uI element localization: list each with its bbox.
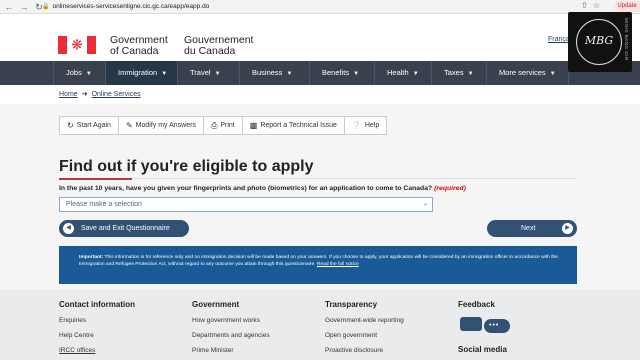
chevron-down-icon: ▼ [467, 71, 474, 77]
footer-link-how-government-works[interactable]: How government works [192, 317, 260, 324]
pencil-icon: ✎ [125, 121, 133, 130]
print-button[interactable]: ⎙ Print [203, 117, 243, 134]
menu-item-travel[interactable]: Travel ▼ [178, 61, 240, 85]
next-button[interactable]: Next ▶ [487, 220, 577, 237]
url-text: onlineservices-servicesenligne.cic.gc.ca… [52, 3, 210, 10]
watermark-logo: MBG MISHI BANG GIR [568, 12, 632, 72]
refresh-icon: ↻ [67, 121, 74, 130]
footer-government-column: Government How government works Departme… [192, 300, 270, 360]
menu-item-taxes[interactable]: Taxes ▼ [432, 61, 487, 85]
footer-transparency-column: Transparency Government-wide reporting O… [325, 300, 404, 360]
arrow-right-icon: ➜ [81, 91, 88, 98]
footer-link-reporting[interactable]: Government-wide reporting [325, 317, 404, 324]
menu-item-benefits[interactable]: Benefits ▼ [310, 61, 375, 85]
footer-heading-transparency: Transparency [325, 300, 378, 309]
read-full-notice-link[interactable]: Read the full notice [317, 262, 359, 267]
questionnaire-toolbar: ↻ Start Again ✎ Modify my Answers ⎙ Prin… [59, 116, 388, 135]
chevron-down-icon: ▼ [161, 71, 168, 77]
footer-link-prime-minister[interactable]: Prime Minister [192, 347, 234, 354]
bookmark-star-icon[interactable]: ☆ [593, 1, 600, 10]
menu-item-health[interactable]: Health ▼ [375, 61, 432, 85]
main-menu: Jobs ▼ Immigration ▼ Travel ▼ Business ▼ Ben… [0, 61, 640, 85]
chevron-down-icon: ▼ [353, 71, 360, 77]
modify-answers-button[interactable]: ✎ Modify my Answers [118, 117, 204, 134]
footer-feedback-column: Feedback ••• Social media [458, 300, 512, 360]
menu-item-business[interactable]: Business ▼ [240, 61, 310, 85]
footer-link-proactive-disclosure[interactable]: Proactive disclosure [325, 347, 383, 354]
footer-heading-feedback: Feedback [458, 300, 495, 309]
chevron-down-icon: ▼ [549, 71, 556, 77]
address-bar[interactable]: 🔒 onlineservices-servicesenligne.cic.gc.… [42, 2, 552, 12]
signature-french[interactable]: Gouvernement du Canada [184, 35, 253, 57]
printer-icon: ⎙ [210, 121, 218, 130]
watermark-text: MISHI BANG GIR [624, 18, 629, 61]
footer-heading-social-media: Social media [458, 345, 507, 354]
signature-english[interactable]: Government of Canada [110, 35, 168, 57]
important-notice: Important: This information is for refer… [59, 246, 577, 284]
chevron-down-icon: ▼ [286, 71, 293, 77]
footer-link-ircc-offices[interactable]: IRCC offices [59, 347, 95, 354]
arrow-right-circle-icon: ▶ [562, 223, 573, 234]
breadcrumb: Home ➜ Online Services [59, 90, 141, 99]
share-icon[interactable]: ⇧ [581, 1, 588, 10]
report-issue-button[interactable]: ▩ Report a Technical Issue [242, 117, 345, 134]
save-and-exit-button[interactable]: ◀ Save and Exit Questionnaire [59, 220, 189, 237]
chevron-down-icon: ▼ [214, 71, 221, 77]
chevron-down-icon: ⌄ [422, 201, 428, 207]
page-title: Find out if you're eligible to apply [59, 158, 314, 175]
site-footer: Contact information Enquiries Help Centr… [0, 290, 640, 360]
site-header: ❋ Government of Canada Gouvernement du C… [0, 14, 640, 61]
forward-icon[interactable]: → [18, 1, 30, 13]
browser-toolbar: ← → ↻ 🔒 onlineservices-servicesenligne.c… [0, 0, 640, 14]
chevron-down-icon: ▼ [412, 71, 419, 77]
start-again-button[interactable]: ↻ Start Again [60, 117, 119, 134]
canada-flag-icon[interactable]: ❋ [58, 36, 96, 54]
main-content: ↻ Start Again ✎ Modify my Answers ⎙ Prin… [0, 104, 640, 290]
help-button[interactable]: ❔ Help [344, 117, 387, 134]
footer-link-help-centre[interactable]: Help Centre [59, 332, 94, 339]
footer-link-departments[interactable]: Departments and agencies [192, 332, 270, 339]
lock-icon: 🔒 [42, 4, 50, 10]
back-icon[interactable]: ← [3, 1, 15, 13]
footer-link-enquiries[interactable]: Enquiries [59, 317, 86, 324]
update-button[interactable]: Update [614, 1, 640, 12]
feedback-chat-icon[interactable]: ••• [458, 317, 512, 335]
breadcrumb-home-link[interactable]: Home [59, 91, 78, 98]
arrow-left-circle-icon: ◀ [63, 223, 74, 234]
watermark-mark: MBG [584, 34, 614, 47]
title-accent-bar [59, 178, 132, 180]
maple-leaf-icon: ❋ [71, 36, 83, 53]
footer-contact-column: Contact information Enquiries Help Centr… [59, 300, 135, 360]
comment-icon: ▩ [249, 121, 258, 130]
footer-heading-government: Government [192, 300, 240, 309]
footer-link-open-government[interactable]: Open government [325, 332, 377, 339]
title-divider [59, 178, 577, 179]
menu-item-jobs[interactable]: Jobs ▼ [53, 61, 106, 85]
biometrics-select[interactable]: Please make a selection ⌄ [59, 197, 433, 212]
biometrics-question-label: In the past 10 years, have you given you… [59, 185, 466, 192]
required-marker: (required) [434, 185, 466, 192]
menu-item-more-services[interactable]: More services ▼ [487, 61, 569, 85]
footer-heading-contact: Contact information [59, 300, 135, 309]
breadcrumb-online-services-link[interactable]: Online Services [92, 91, 141, 98]
question-circle-icon: ❔ [351, 121, 362, 130]
chevron-down-icon: ▼ [85, 71, 92, 77]
menu-item-immigration[interactable]: Immigration ▼ [106, 61, 178, 85]
